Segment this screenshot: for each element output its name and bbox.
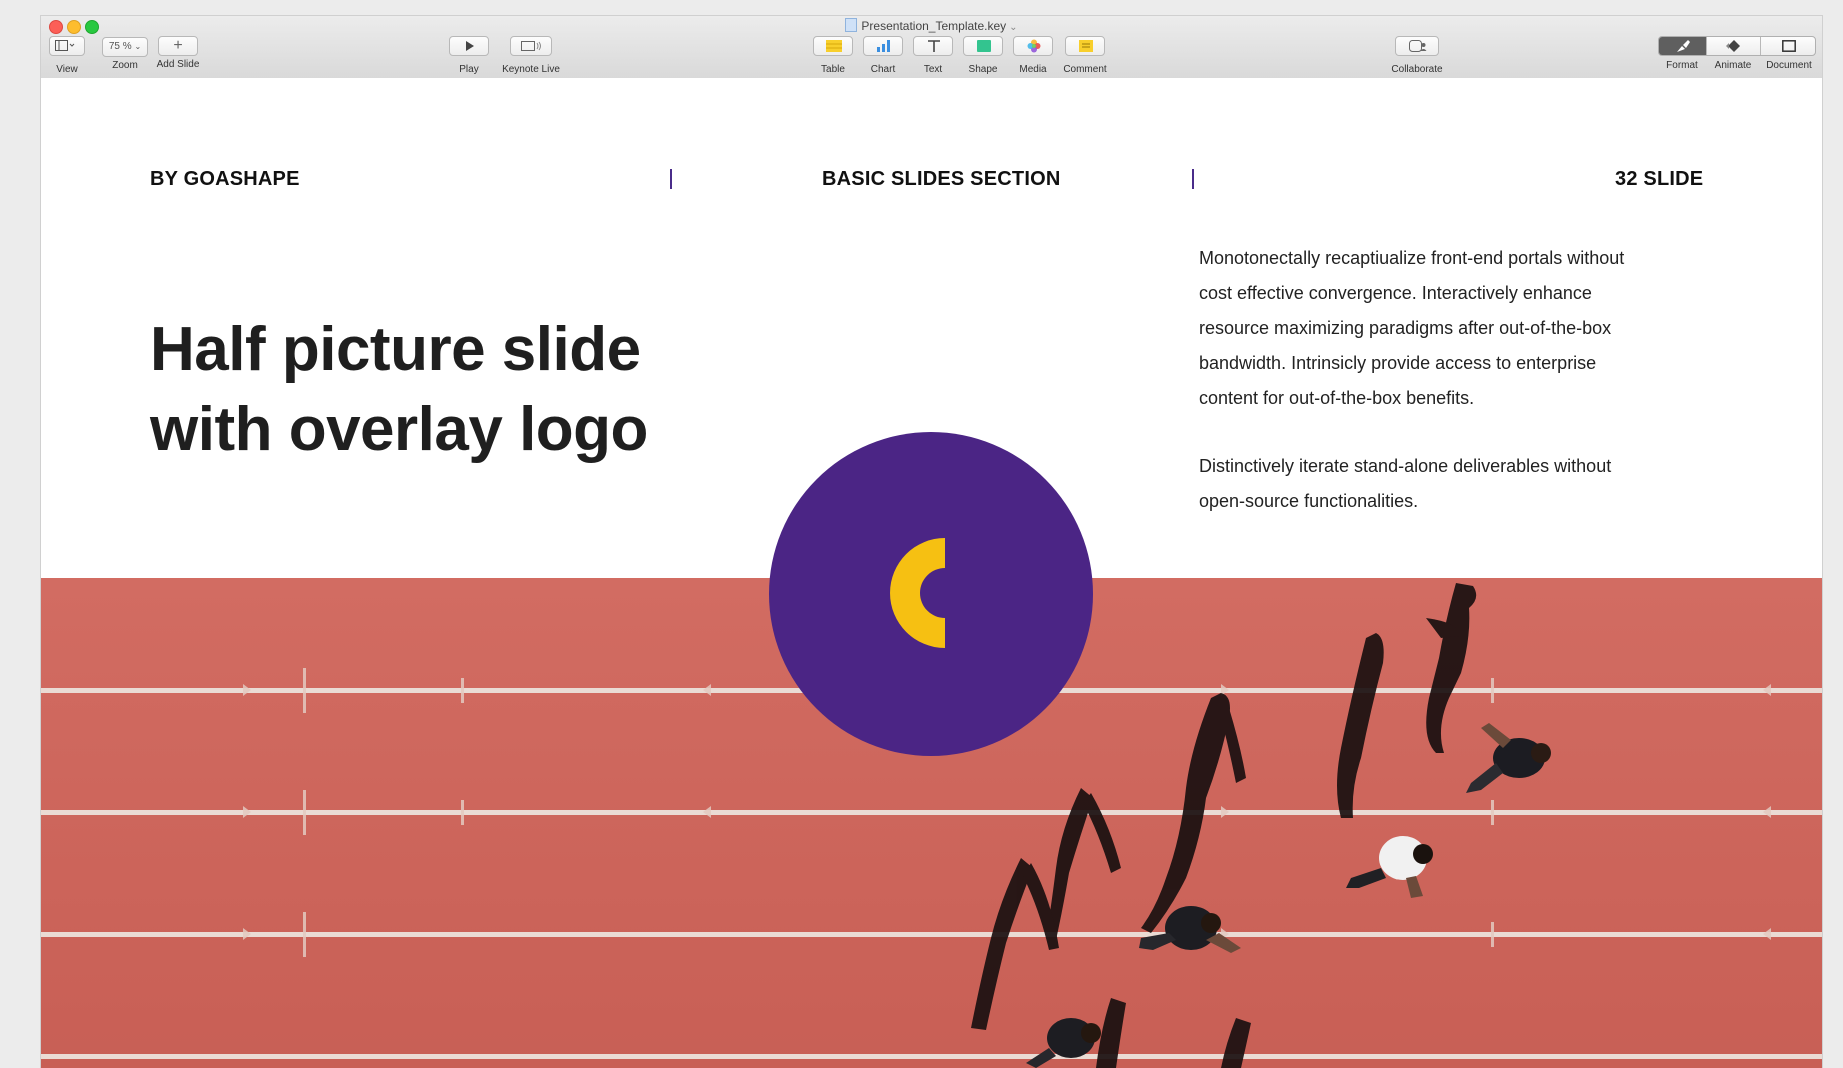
text-menu[interactable]: Text bbox=[913, 36, 953, 75]
slide-canvas[interactable]: BY GOASHAPE BASIC SLIDES SECTION 32 SLID… bbox=[41, 78, 1822, 1068]
collaborate-person-icon bbox=[1409, 40, 1427, 52]
slide-count-label[interactable]: 32 SLIDE bbox=[1615, 168, 1703, 191]
toolbar: Presentation_Template.key ⌄ View 75 % ⌄ Z… bbox=[41, 16, 1822, 79]
chevron-down-icon: ⌄ bbox=[134, 42, 142, 51]
media-menu[interactable]: Media bbox=[1013, 36, 1053, 75]
table-icon bbox=[826, 40, 842, 52]
format-paintbrush-icon bbox=[1677, 40, 1690, 52]
zoom-menu[interactable]: 75 % ⌄ Zoom bbox=[102, 36, 148, 71]
paragraph-2-line: open-source functionalities. bbox=[1199, 491, 1419, 511]
add-slide-label: Add Slide bbox=[156, 59, 200, 70]
lane-line bbox=[41, 810, 1822, 815]
format-label: Format bbox=[1666, 60, 1698, 71]
text-button[interactable] bbox=[913, 36, 953, 56]
body-paragraph-2[interactable]: Distinctively iterate stand-alone delive… bbox=[1199, 449, 1729, 519]
keynote-live-menu[interactable]: Keynote Live bbox=[496, 36, 566, 75]
lane-line bbox=[41, 1054, 1822, 1059]
logo-circle bbox=[769, 432, 1093, 756]
header-divider-left bbox=[670, 169, 672, 189]
collaborate-menu[interactable]: Collaborate bbox=[1383, 36, 1451, 75]
play-label: Play bbox=[459, 64, 479, 75]
plus-icon: + bbox=[173, 37, 183, 54]
author-label[interactable]: BY GOASHAPE bbox=[150, 168, 300, 191]
sidebar-view-icon bbox=[55, 40, 75, 51]
zoom-select[interactable]: 75 % ⌄ bbox=[102, 37, 148, 57]
view-button[interactable] bbox=[49, 36, 85, 56]
shape-icon bbox=[977, 40, 991, 52]
chart-menu[interactable]: Chart bbox=[863, 36, 903, 75]
paragraph-1-line: bandwidth. Intrinsicly provide access to… bbox=[1199, 353, 1597, 373]
collaborate-button[interactable] bbox=[1395, 36, 1439, 56]
media-photos-icon bbox=[1027, 39, 1041, 53]
keynote-live-label: Keynote Live bbox=[502, 64, 560, 75]
body-paragraph-1[interactable]: Monotonectally recaptiualize front-end p… bbox=[1199, 241, 1729, 416]
window-title: Presentation_Template.key ⌄ bbox=[41, 18, 1822, 33]
chart-label: Chart bbox=[870, 64, 896, 75]
shape-label: Shape bbox=[968, 64, 998, 75]
view-label: View bbox=[56, 64, 78, 75]
animate-label: Animate bbox=[1714, 60, 1752, 71]
slide-title[interactable]: Half picture slide with overlay logo bbox=[150, 310, 710, 470]
comment-menu[interactable]: Comment bbox=[1057, 36, 1113, 75]
table-label: Table bbox=[821, 64, 845, 75]
document-label: Document bbox=[1766, 60, 1812, 71]
lane-line bbox=[41, 932, 1822, 937]
collaborate-label: Collaborate bbox=[1391, 64, 1443, 75]
shape-menu[interactable]: Shape bbox=[963, 36, 1003, 75]
keynote-window: Presentation_Template.key ⌄ View 75 % ⌄ Z… bbox=[41, 16, 1822, 1068]
chart-button[interactable] bbox=[863, 36, 903, 56]
document-name[interactable]: Presentation_Template.key bbox=[861, 19, 1006, 33]
view-menu[interactable]: View bbox=[49, 36, 85, 75]
text-t-icon bbox=[928, 40, 940, 52]
format-tab[interactable] bbox=[1659, 37, 1707, 55]
paragraph-1-line: Monotonectally recaptiualize front-end p… bbox=[1199, 248, 1625, 268]
zoom-label: Zoom bbox=[112, 60, 138, 71]
header-divider-right bbox=[1192, 169, 1194, 189]
overlay-logo[interactable] bbox=[769, 432, 1093, 756]
table-menu[interactable]: Table bbox=[813, 36, 853, 75]
keynote-doc-icon bbox=[845, 18, 858, 32]
comment-icon bbox=[1079, 40, 1093, 52]
section-label[interactable]: BASIC SLIDES SECTION bbox=[822, 168, 1060, 191]
keynote-live-button[interactable] bbox=[510, 36, 552, 56]
play-menu[interactable]: Play bbox=[449, 36, 489, 75]
table-button[interactable] bbox=[813, 36, 853, 56]
paragraph-1-line: cost effective convergence. Interactivel… bbox=[1199, 283, 1592, 303]
title-line-1: Half picture slide bbox=[150, 315, 641, 384]
play-button[interactable] bbox=[449, 36, 489, 56]
comment-label: Comment bbox=[1063, 64, 1107, 75]
media-label: Media bbox=[1019, 64, 1047, 75]
inspector-segmented-control[interactable] bbox=[1658, 36, 1816, 56]
document-tab[interactable] bbox=[1761, 37, 1815, 55]
add-slide-button[interactable]: + bbox=[158, 36, 198, 56]
paragraph-2-line: Distinctively iterate stand-alone delive… bbox=[1199, 456, 1612, 476]
zoom-value: 75 % bbox=[108, 41, 132, 52]
comment-button[interactable] bbox=[1065, 36, 1105, 56]
document-square-icon bbox=[1782, 40, 1796, 52]
media-button[interactable] bbox=[1013, 36, 1053, 56]
title-menu-chevron-icon[interactable]: ⌄ bbox=[1009, 22, 1017, 33]
keynote-live-icon bbox=[521, 41, 541, 51]
chart-icon bbox=[877, 40, 890, 52]
text-label: Text bbox=[923, 64, 943, 75]
shape-button[interactable] bbox=[963, 36, 1003, 56]
paragraph-1-line: resource maximizing paradigms after out-… bbox=[1199, 318, 1612, 338]
animate-tab[interactable] bbox=[1707, 37, 1761, 55]
add-slide-menu[interactable]: + Add Slide bbox=[156, 36, 200, 70]
title-line-2: with overlay logo bbox=[150, 395, 648, 464]
animate-diamond-icon bbox=[1726, 40, 1740, 52]
play-icon bbox=[466, 41, 474, 51]
paragraph-1-line: content for out-of-the-box benefits. bbox=[1199, 388, 1475, 408]
